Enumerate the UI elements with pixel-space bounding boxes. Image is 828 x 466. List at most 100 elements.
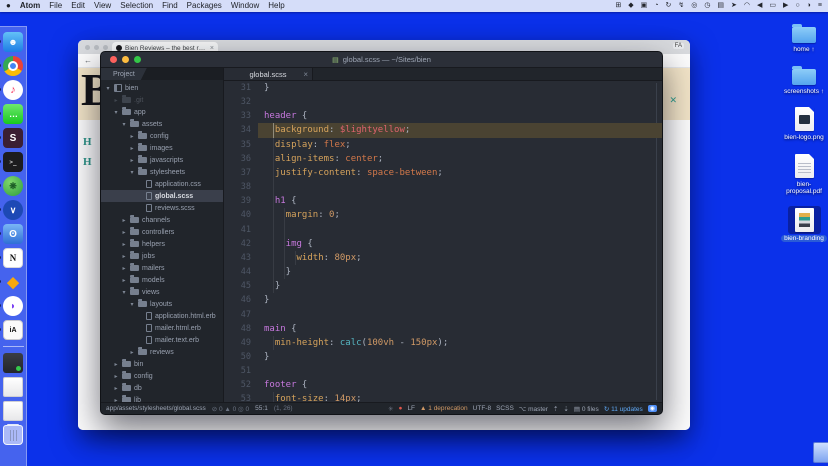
status-right-8[interactable]: ⇣ bbox=[563, 405, 568, 413]
sync-icon[interactable]: ↻ bbox=[665, 0, 671, 12]
chrome-zoom-button[interactable] bbox=[103, 45, 108, 50]
shield-icon[interactable]: ◆ bbox=[628, 0, 633, 12]
menu-item-find[interactable]: Find bbox=[162, 0, 178, 12]
status-right-3[interactable]: ▲ 1 deprecation bbox=[420, 405, 468, 412]
clock-icon[interactable]: ◷ bbox=[704, 0, 710, 12]
tree-item--git[interactable]: ▸.git bbox=[101, 94, 223, 106]
tree-item-assets[interactable]: ▾assets bbox=[101, 118, 223, 130]
close-button[interactable] bbox=[110, 56, 117, 63]
atom-title-bar[interactable]: ▤ global.scss — ~/Sites/bien bbox=[101, 52, 662, 68]
slack-dock-icon[interactable]: S bbox=[3, 128, 23, 148]
menu-item-file[interactable]: File bbox=[49, 0, 62, 12]
status-right-2[interactable]: LF bbox=[407, 405, 415, 412]
code-line-42[interactable]: 42img { bbox=[224, 237, 662, 251]
tree-item-views[interactable]: ▾views bbox=[101, 286, 223, 298]
menu-item-edit[interactable]: Edit bbox=[71, 0, 85, 12]
code-line-45[interactable]: 45} bbox=[224, 279, 662, 293]
tree-item-javascripts[interactable]: ▸javascripts bbox=[101, 154, 223, 166]
tree-item-models[interactable]: ▸models bbox=[101, 274, 223, 286]
tree-item-bien[interactable]: ▾bien bbox=[101, 82, 223, 94]
tree-item-config[interactable]: ▸config bbox=[101, 370, 223, 382]
home-folder[interactable]: home ↑ bbox=[781, 22, 827, 54]
status-right-9[interactable]: ▤ 0 files bbox=[574, 405, 599, 413]
code-line-46[interactable]: 46} bbox=[224, 293, 662, 307]
wifi-icon[interactable]: ◠ bbox=[744, 0, 750, 12]
status-right-0[interactable]: ✳ bbox=[388, 405, 393, 413]
cursor-icon[interactable]: ➤ bbox=[731, 0, 737, 12]
tree-item-application-css[interactable]: application.css bbox=[101, 178, 223, 190]
partial-desktop-file-icon[interactable] bbox=[813, 442, 828, 463]
tree-item-layouts[interactable]: ▾layouts bbox=[101, 298, 223, 310]
status-left-2[interactable]: 55:1 bbox=[255, 405, 268, 412]
menu-item-selection[interactable]: Selection bbox=[120, 0, 153, 12]
tree-item-app[interactable]: ▾app bbox=[101, 106, 223, 118]
status-left-0[interactable]: app/assets/stylesheets/global.scss bbox=[106, 405, 206, 412]
code-line-31[interactable]: 31} bbox=[224, 81, 662, 95]
blue-face-app-dock-icon[interactable]: ʘ bbox=[3, 224, 23, 244]
navy-round-app-dock-icon[interactable]: ∨ bbox=[3, 200, 23, 220]
status-right-10[interactable]: ↻ 11 updates bbox=[604, 405, 643, 413]
minimized-document-2-dock-icon[interactable] bbox=[3, 401, 23, 421]
finder-dock-icon[interactable]: ☻ bbox=[3, 32, 23, 52]
tree-item-reviews[interactable]: ▸reviews bbox=[101, 346, 223, 358]
chrome-dock-icon[interactable] bbox=[3, 56, 23, 76]
tree-item-helpers[interactable]: ▸helpers bbox=[101, 238, 223, 250]
code-line-33[interactable]: 33header { bbox=[224, 109, 662, 123]
code-line-40[interactable]: 40margin: 0; bbox=[224, 208, 662, 222]
code-line-36[interactable]: 36align-items: center; bbox=[224, 152, 662, 166]
green-round-app-dock-icon[interactable]: ❋ bbox=[3, 176, 23, 196]
status-right-6[interactable]: ⌥ master bbox=[519, 405, 548, 413]
zoom-button[interactable] bbox=[134, 56, 141, 63]
atom-window[interactable]: ▤ global.scss — ~/Sites/bien Project ▾bi… bbox=[100, 51, 663, 415]
code-line-53[interactable]: 53font-size: 14px; bbox=[224, 392, 662, 402]
code-line-38[interactable]: 38 bbox=[224, 180, 662, 194]
code-line-52[interactable]: 52footer { bbox=[224, 378, 662, 392]
status-right-11[interactable]: ◉ bbox=[648, 405, 657, 412]
code-line-37[interactable]: 37justify-content: space-between; bbox=[224, 166, 662, 180]
status-right-4[interactable]: UTF-8 bbox=[473, 405, 491, 412]
chrome-close-button[interactable] bbox=[85, 45, 90, 50]
tree-item-channels[interactable]: ▸channels bbox=[101, 214, 223, 226]
tab-close-icon[interactable]: × bbox=[303, 70, 308, 79]
airplay-icon[interactable]: ▶ bbox=[783, 0, 788, 12]
tree-item-reviews-scss[interactable]: reviews.scss bbox=[101, 202, 223, 214]
partial-link-text[interactable]: H bbox=[83, 156, 92, 168]
tree-item-controllers[interactable]: ▸controllers bbox=[101, 226, 223, 238]
moon-icon[interactable]: ◔ bbox=[654, 0, 658, 12]
tree-item-bin[interactable]: ▸bin bbox=[101, 358, 223, 370]
status-right-5[interactable]: SCSS bbox=[496, 405, 514, 412]
notification-center-icon[interactable]: ≡ bbox=[818, 0, 822, 12]
chrome-minimize-button[interactable] bbox=[94, 45, 99, 50]
menu-item-window[interactable]: Window bbox=[231, 0, 259, 12]
window-manager-icon[interactable]: ▣ bbox=[641, 0, 648, 12]
code-line-32[interactable]: 32 bbox=[224, 95, 662, 109]
status-right-7[interactable]: ⇡ bbox=[553, 405, 558, 413]
status-left-3[interactable]: (1, 26) bbox=[274, 405, 293, 412]
partial-link-text[interactable]: H bbox=[83, 136, 92, 148]
minimized-document-1-dock-icon[interactable] bbox=[3, 377, 23, 397]
tree-item-mailers[interactable]: ▸mailers bbox=[101, 262, 223, 274]
tree-item-config[interactable]: ▸config bbox=[101, 130, 223, 142]
editor-tab-global-scss[interactable]: global.scss × bbox=[224, 68, 313, 80]
spotlight-search-icon[interactable]: ○ bbox=[795, 0, 799, 12]
notion-dock-icon[interactable]: N bbox=[3, 248, 23, 268]
bien-proposal-file[interactable]: bien-proposal.pdf bbox=[781, 152, 827, 196]
code-line-49[interactable]: 49min-height: calc(100vh - 150px); bbox=[224, 336, 662, 350]
trash-dock-icon[interactable] bbox=[3, 425, 23, 445]
apple-logo-icon[interactable]: ● bbox=[6, 0, 11, 12]
ia-writer-dock-icon[interactable]: iA bbox=[3, 320, 23, 340]
menu-item-packages[interactable]: Packages bbox=[187, 0, 222, 12]
messages-dock-icon[interactable]: … bbox=[3, 104, 23, 124]
code-line-51[interactable]: 51 bbox=[224, 364, 662, 378]
code-line-48[interactable]: 48main { bbox=[224, 322, 662, 336]
code-line-47[interactable]: 47 bbox=[224, 308, 662, 322]
tree-item-stylesheets[interactable]: ▾stylesheets bbox=[101, 166, 223, 178]
minimized-dark-window-dock-icon[interactable] bbox=[3, 353, 23, 373]
tree-item-mailer-text-erb[interactable]: mailer.text.erb bbox=[101, 334, 223, 346]
minimize-button[interactable] bbox=[122, 56, 129, 63]
display-icon[interactable]: ▭ bbox=[769, 0, 776, 12]
power-icon[interactable]: ↯ bbox=[678, 0, 684, 12]
screenshots-folder[interactable]: screenshots ↑ bbox=[781, 64, 827, 96]
status-left-1[interactable]: ⊘ 0 ▲ 0 ◎ 0 bbox=[212, 405, 249, 413]
code-line-44[interactable]: 44} bbox=[224, 265, 662, 279]
